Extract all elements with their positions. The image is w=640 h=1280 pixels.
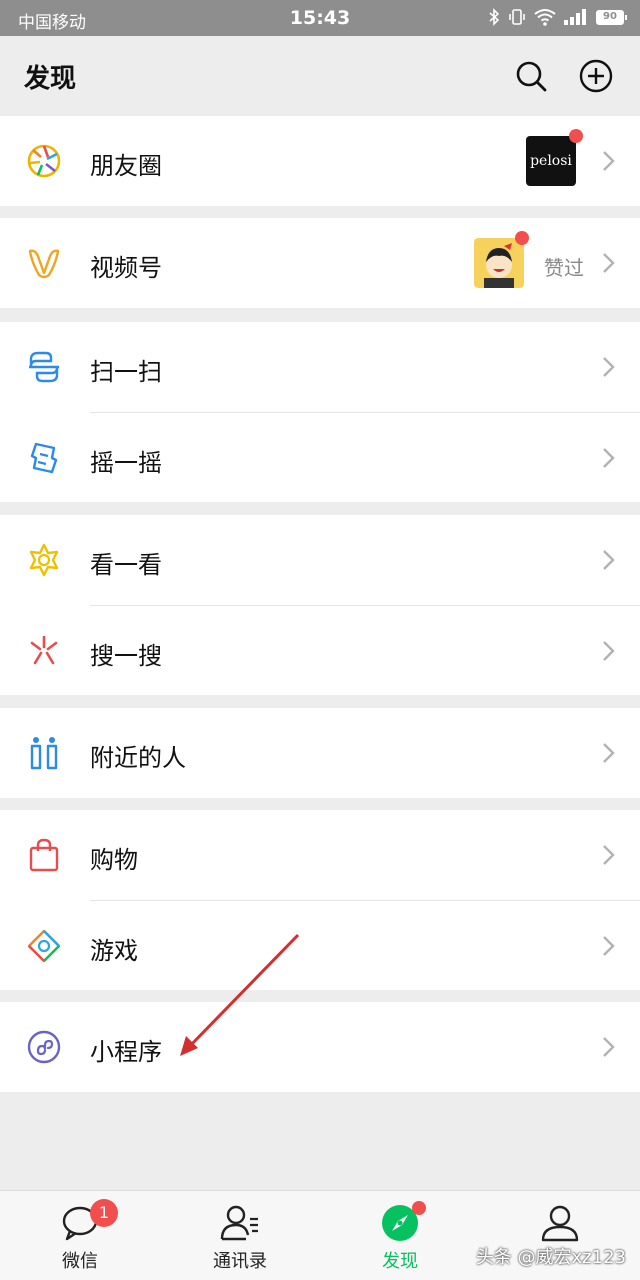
tab-label: 微信 bbox=[62, 1251, 98, 1272]
tab-chats[interactable]: 1 微信 bbox=[0, 1191, 160, 1280]
person-icon bbox=[541, 1205, 579, 1242]
unread-badge: 1 bbox=[90, 1199, 118, 1227]
tab-label: 通讯录 bbox=[213, 1251, 267, 1272]
tab-discover[interactable]: 发现 bbox=[320, 1191, 480, 1280]
annotation-arrow bbox=[180, 933, 300, 1056]
tab-contacts[interactable]: 通讯录 bbox=[160, 1191, 320, 1280]
contacts-icon bbox=[220, 1205, 258, 1241]
tab-label: 发现 bbox=[382, 1251, 418, 1272]
watermark-text: 头条 @威宏xz123 bbox=[475, 1247, 626, 1268]
discover-new-dot bbox=[412, 1201, 426, 1215]
